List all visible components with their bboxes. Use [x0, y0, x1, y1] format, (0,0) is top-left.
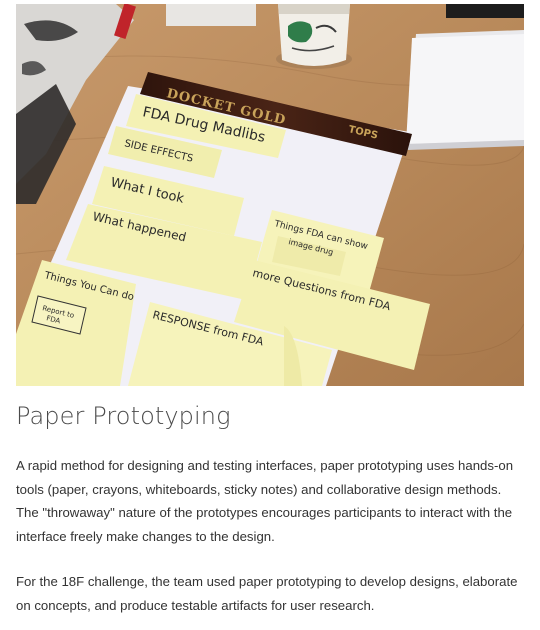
article-paragraph-intro: A rapid method for designing and testing…: [16, 458, 514, 544]
paper-prototype-photo: DOCKET GOLD TOPS FDA Drug Madlibs SIDE E…: [16, 4, 524, 386]
article-title: Paper Prototyping: [16, 402, 231, 430]
article-paragraph-18f: For the 18F challenge, the team used pap…: [16, 574, 518, 613]
laptop-edge: [446, 4, 524, 18]
index-card-stack: [406, 30, 524, 150]
coffee-cup: [276, 4, 352, 69]
